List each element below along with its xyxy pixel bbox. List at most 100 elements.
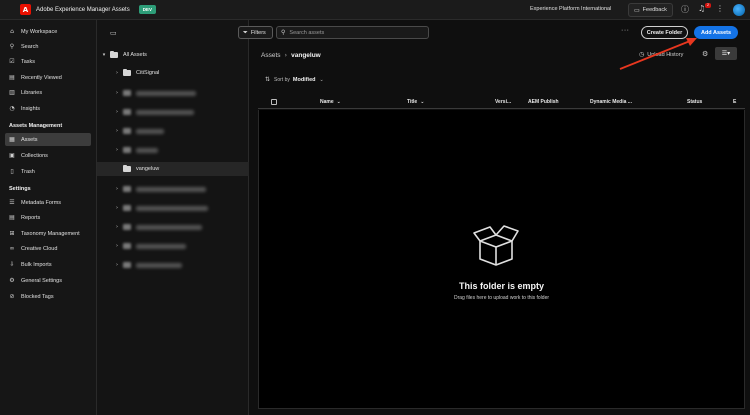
tag-icon: ⊘ (9, 293, 15, 300)
redacted-label (136, 90, 196, 96)
breadcrumb-current: vangeluw (291, 51, 321, 59)
column-header-dynamic-media[interactable]: Dynamic Media ... (590, 99, 632, 105)
tree-item-redacted[interactable]: › (114, 258, 249, 272)
sidebar-item-trash[interactable]: ▯ Trash (5, 165, 91, 178)
tree-item-redacted[interactable]: › (114, 220, 249, 234)
tree-item-redacted[interactable]: › (114, 182, 249, 196)
avatar[interactable] (733, 4, 745, 16)
breadcrumb-item-assets[interactable]: Assets (261, 52, 281, 59)
chevron-right-icon: › (116, 147, 118, 153)
redacted-label (136, 243, 186, 249)
tree-item-redacted[interactable]: › (114, 124, 249, 138)
sidebar-item-blocked-tags[interactable]: ⊘ Blocked Tags (5, 290, 91, 303)
org-switcher[interactable]: Experience Platform International (530, 6, 611, 12)
folder-icon (123, 186, 131, 192)
folder-icon (123, 90, 131, 96)
redacted-label (136, 128, 164, 134)
create-folder-button[interactable]: Create Folder (641, 26, 688, 39)
import-icon: ⇩ (9, 261, 15, 268)
sort-icon: ⇅ (265, 76, 271, 83)
chevron-down-icon: ⌄ (336, 99, 341, 105)
collections-icon: ▣ (9, 152, 15, 159)
chevron-right-icon: › (116, 224, 118, 230)
sidebar-item-bulk-imports[interactable]: ⇩ Bulk Imports (5, 258, 91, 271)
filter-icon: ⏷ (243, 28, 248, 36)
sidebar-item-creative-cloud[interactable]: ∞ Creative Cloud (5, 242, 91, 255)
sidebar-item-general-settings[interactable]: ⚙ General Settings (5, 274, 91, 287)
column-header-title[interactable]: Title ⌄ (407, 99, 424, 105)
chevron-right-icon[interactable]: › (114, 70, 120, 76)
search-icon: ⚲ (281, 29, 286, 36)
sidebar-item-recently-viewed[interactable]: ▤ Recently Viewed (5, 71, 91, 84)
recent-icon: ▤ (9, 74, 15, 81)
search-input[interactable]: ⚲ Search assets (276, 26, 429, 39)
insights-icon: ◔ (9, 105, 15, 112)
sidebar-item-insights[interactable]: ◔ Insights (5, 102, 91, 115)
sidebar-item-libraries[interactable]: ▥ Libraries (5, 86, 91, 99)
folder-icon (110, 50, 118, 58)
tree-item-all-assets[interactable]: ▾ All Assets (101, 48, 249, 62)
upload-history-button[interactable]: ◷ Upload History (639, 51, 683, 58)
empty-box-icon (473, 225, 519, 266)
column-header-status[interactable]: Status (687, 99, 702, 105)
empty-state-subtitle: Drag files here to upload work to this f… (453, 295, 550, 301)
column-header-version[interactable]: Versi... (495, 99, 511, 105)
form-icon: ☰ (9, 199, 15, 206)
sidebar-item-my-workspace[interactable]: ⌂ My Workspace (5, 25, 91, 38)
column-header-aem-publish[interactable]: AEM Publish (528, 99, 559, 105)
column-header-extra[interactable]: E (733, 99, 736, 105)
folder-icon (123, 243, 131, 249)
redacted-label (136, 109, 194, 115)
more-actions-icon[interactable]: ··· (621, 27, 630, 34)
tree-item-redacted[interactable]: › (114, 201, 249, 215)
list-view-icon: ☰▾ (721, 50, 731, 57)
folder-icon (123, 128, 131, 134)
home-icon: ⌂ (10, 28, 14, 35)
tree-item-citisignal[interactable]: › CitiSignal (114, 66, 249, 80)
feedback-icon: ▭ (634, 7, 640, 14)
chevron-down-icon[interactable]: ▾ (101, 52, 107, 58)
sidebar-item-reports[interactable]: ▤ Reports (5, 211, 91, 224)
redacted-label (136, 262, 182, 268)
view-switcher-button[interactable]: ☰▾ (715, 47, 737, 60)
column-header-name[interactable]: Name ⌄ (320, 99, 341, 105)
sidebar-item-search[interactable]: ⚲ Search (5, 40, 91, 53)
notification-badge: 2 (705, 3, 711, 8)
reports-icon: ▤ (9, 214, 15, 221)
app-title: Adobe Experience Manager Assets (36, 6, 130, 13)
tree-item-redacted[interactable]: › (114, 86, 249, 100)
sidebar-item-tasks[interactable]: ☑ Tasks (5, 55, 91, 68)
redacted-label (136, 205, 208, 211)
redacted-label (136, 224, 202, 230)
chevron-right-icon: › (116, 109, 118, 115)
feedback-button[interactable]: ▭ Feedback (628, 3, 673, 17)
trash-icon: ▯ (10, 168, 14, 175)
sidebar-item-collections[interactable]: ▣ Collections (5, 149, 91, 162)
add-assets-button[interactable]: Add Assets (694, 26, 738, 39)
tree-item-redacted[interactable]: › (114, 143, 249, 157)
chevron-down-icon: ⌄ (420, 99, 425, 105)
adobe-logo[interactable]: A (20, 4, 31, 15)
folder-icon (123, 205, 131, 211)
section-heading-assets-management: Assets Management (9, 123, 63, 129)
folder-icon (123, 224, 131, 230)
filters-button[interactable]: ⏷ Filters (238, 26, 273, 39)
tree-item-redacted[interactable]: › (114, 239, 249, 253)
select-all-checkbox[interactable] (271, 99, 277, 105)
sort-control[interactable]: ⇅ Sort by Modified ⌄ (265, 76, 324, 83)
folder-icon (123, 68, 131, 76)
tree-item-vangeluw[interactable]: vangeluw (97, 162, 249, 176)
panel-toggle-icon[interactable]: ▭ (110, 29, 117, 37)
folder-icon (123, 109, 131, 115)
chevron-right-icon: › (116, 128, 118, 134)
help-icon[interactable]: ⓘ (681, 4, 689, 15)
sidebar-item-taxonomy-management[interactable]: ⊞ Taxonomy Management (5, 227, 91, 240)
tree-item-redacted[interactable]: › (114, 105, 249, 119)
sidebar-item-metadata-forms[interactable]: ☰ Metadata Forms (5, 196, 91, 209)
table-header: Name ⌄ Title ⌄ Versi... AEM Publish Dynami… (258, 96, 745, 109)
folder-icon (123, 164, 131, 172)
sidebar-item-assets[interactable]: ▦ Assets (5, 133, 91, 146)
gear-icon[interactable]: ⚙ (702, 50, 708, 58)
apps-icon[interactable]: ⋮ (716, 4, 724, 13)
history-icon: ◷ (639, 51, 645, 58)
